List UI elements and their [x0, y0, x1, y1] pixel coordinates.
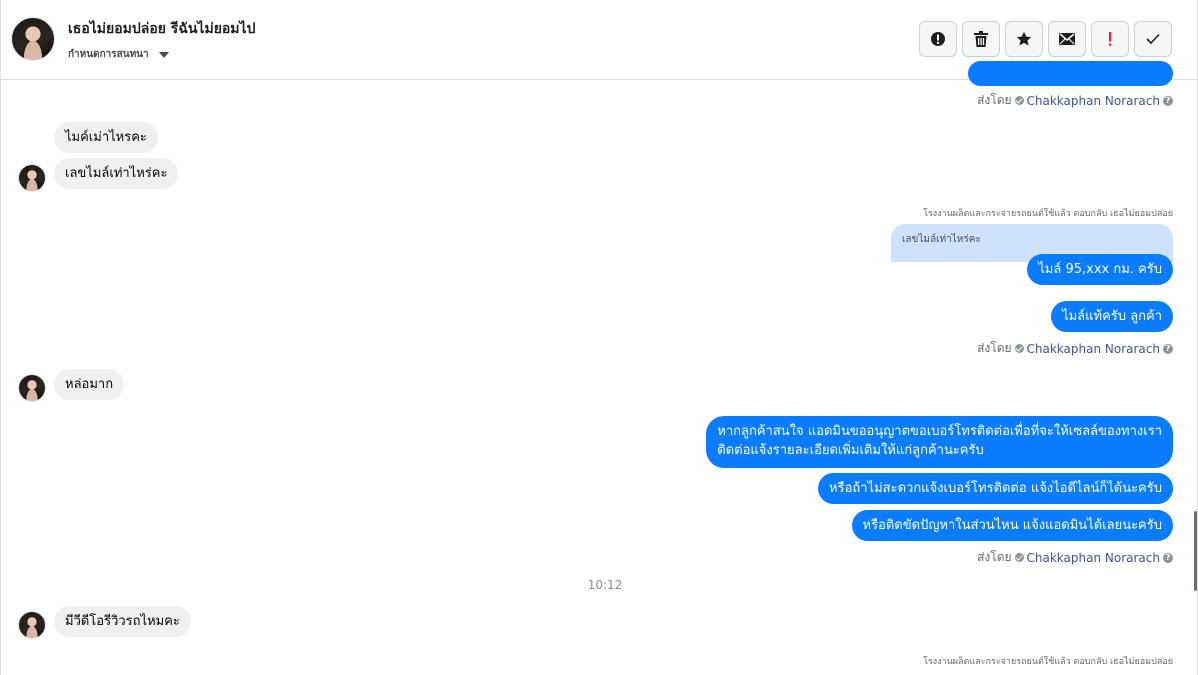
star-button[interactable] — [1005, 21, 1043, 57]
reply-context-label: โรงงานผลิตและกระจายรถยนต์ใช้แล้ว ตอบกลับ… — [923, 657, 1173, 667]
outgoing-message: หรือถ้าไม่สะดวกแจ้งเบอร์โทรติดต่อ แจ้งไอ… — [818, 473, 1173, 504]
contact-avatar[interactable] — [11, 17, 55, 61]
mark-important-button[interactable] — [1091, 21, 1129, 57]
scrollbar-thumb[interactable] — [1194, 511, 1197, 591]
contact-avatar-small[interactable] — [18, 164, 46, 192]
help-icon[interactable]: ? — [1163, 552, 1173, 563]
incoming-message: เลขไมล์เท่าไหร่คะ — [54, 158, 179, 189]
exclamation-icon — [1109, 32, 1112, 46]
contact-name[interactable]: เธอไม่ยอมปล่อย รีฉันไม่ยอมไป — [68, 18, 255, 40]
sent-by-prefix: ส่งโดย — [977, 93, 1012, 107]
reply-context-label: โรงงานผลิตและกระจายรถยนต์ใช้แล้ว ตอบกลับ… — [923, 209, 1173, 219]
conversation-window: เธอไม่ยอมปล่อย รีฉันไม่ยอมไป กำหนดการสนท… — [0, 0, 1198, 675]
sender-name[interactable]: Chakkaphan Norarach — [1027, 551, 1160, 565]
outgoing-message-partial — [968, 61, 1173, 86]
help-icon[interactable]: ? — [1163, 343, 1173, 354]
verified-icon — [1014, 344, 1024, 353]
alert-circle-icon — [931, 32, 945, 46]
mail-button[interactable] — [1048, 21, 1086, 57]
timestamp: 10:12 — [587, 578, 623, 592]
sent-by-label: ส่งโดย Chakkaphan Norarach ? — [977, 339, 1173, 358]
sender-name[interactable]: Chakkaphan Norarach — [1027, 94, 1160, 108]
verified-icon — [1014, 96, 1024, 105]
message-thread[interactable]: ส่งโดย Chakkaphan Norarach ? ไมค์เม่าไหร… — [1, 61, 1197, 675]
sent-by-prefix: ส่งโดย — [977, 550, 1012, 564]
help-icon[interactable]: ? — [1163, 95, 1173, 106]
trash-icon — [974, 31, 988, 47]
done-button[interactable] — [1134, 21, 1172, 57]
outgoing-message: ไมล์ 95,xxx กม. ครับ — [1027, 254, 1173, 285]
sender-name[interactable]: Chakkaphan Norarach — [1027, 342, 1160, 356]
check-icon — [1146, 33, 1160, 45]
sent-by-label: ส่งโดย Chakkaphan Norarach ? — [977, 91, 1173, 110]
outgoing-message-multiline: หากลูกค้าสนใจ แอดมินขออนุญาตขอเบอร์โทรติ… — [706, 416, 1173, 468]
verified-icon — [1014, 553, 1024, 562]
conversation-settings-label: กำหนดการสนทนา — [68, 49, 149, 60]
incoming-message: หล่อมาก — [54, 369, 125, 400]
message-line: ติดต่อแจ้งรายละเอียดเพิ่มเติมให้แก่ลูกค้… — [717, 443, 984, 458]
contact-avatar-small[interactable] — [18, 611, 46, 639]
sent-by-prefix: ส่งโดย — [977, 341, 1012, 355]
caret-down-icon — [158, 51, 169, 58]
incoming-message: มีวีดีโอรีวิวรถไหมคะ — [54, 606, 191, 637]
toolbar — [919, 21, 1172, 57]
envelope-icon — [1059, 33, 1075, 45]
outgoing-message: หรือติดขัดปัญหาในส่วนไหน แจ้งแอดมินได้เล… — [851, 510, 1173, 541]
contact-avatar-small[interactable] — [18, 374, 46, 402]
incoming-message: ไมค์เม่าไหรคะ — [54, 122, 158, 153]
alert-circle-button[interactable] — [919, 21, 957, 57]
outgoing-message: ไมล์แท้ครับ ลูกค้า — [1051, 301, 1173, 332]
conversation-settings-dropdown[interactable]: กำหนดการสนทนา — [68, 47, 169, 62]
delete-button[interactable] — [962, 21, 1000, 57]
sent-by-label: ส่งโดย Chakkaphan Norarach ? — [977, 548, 1173, 567]
message-line: หากลูกค้าสนใจ แอดมินขออนุญาตขอเบอร์โทรติ… — [717, 424, 1162, 439]
star-icon — [1016, 31, 1032, 46]
